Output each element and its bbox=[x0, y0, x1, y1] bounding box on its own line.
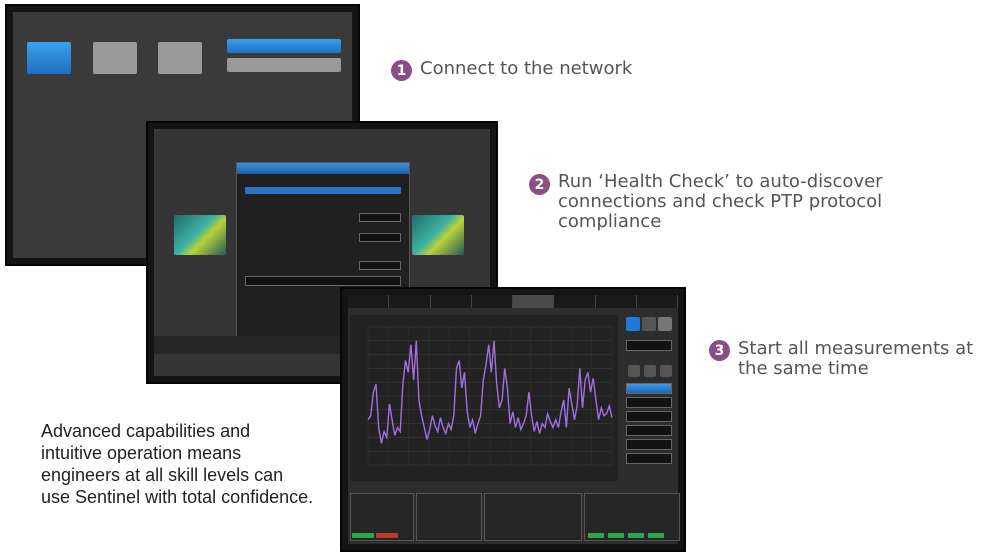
step-1: 1 Connect to the network bbox=[391, 59, 720, 81]
ptp-mode-button-2[interactable] bbox=[227, 58, 341, 72]
row-3-button[interactable] bbox=[359, 261, 401, 270]
step-1-text: Connect to the network bbox=[420, 58, 633, 79]
down-icon[interactable] bbox=[660, 365, 672, 377]
step-2-text: Run ‘Health Check’ to auto-discover conn… bbox=[558, 171, 883, 232]
network-image-left bbox=[174, 215, 226, 255]
card-2[interactable] bbox=[416, 493, 482, 541]
step-2-number: 2 bbox=[529, 174, 550, 195]
up-icon[interactable] bbox=[644, 365, 656, 377]
row-2-button[interactable] bbox=[359, 233, 401, 242]
progress-bar bbox=[245, 187, 401, 194]
status-light-green-3 bbox=[608, 533, 624, 538]
measurement-screen bbox=[348, 295, 680, 545]
side-button-2[interactable] bbox=[626, 397, 672, 408]
tools-icon[interactable] bbox=[658, 317, 672, 331]
plot-svg bbox=[367, 326, 613, 466]
card-3[interactable] bbox=[484, 493, 582, 541]
port-button-2[interactable] bbox=[93, 42, 137, 74]
tab-health-check[interactable] bbox=[513, 295, 555, 308]
tab-7[interactable] bbox=[595, 295, 637, 308]
side-button-5[interactable] bbox=[626, 439, 672, 450]
dialog-wide-button[interactable] bbox=[245, 276, 401, 286]
description-paragraph: Advanced capabilities and intuitive oper… bbox=[41, 421, 314, 507]
step-3-text: Start all measurements at the same time bbox=[738, 338, 974, 379]
status-light-green bbox=[352, 533, 374, 538]
side-button-6[interactable] bbox=[626, 453, 672, 464]
tab-6[interactable] bbox=[554, 295, 596, 308]
port-button-1[interactable] bbox=[27, 42, 71, 74]
tab-4[interactable] bbox=[471, 295, 513, 308]
settings-icon[interactable] bbox=[642, 317, 656, 331]
tab-3[interactable] bbox=[430, 295, 472, 308]
status-light-green-4 bbox=[628, 533, 644, 538]
port-button-3[interactable] bbox=[158, 42, 202, 74]
step-3-number: 3 bbox=[709, 340, 730, 361]
side-button-3[interactable] bbox=[626, 411, 672, 422]
side-button-selected[interactable] bbox=[626, 383, 672, 394]
tab-bar bbox=[348, 295, 678, 308]
list-icon[interactable] bbox=[628, 365, 640, 377]
tab-2[interactable] bbox=[389, 295, 431, 308]
row-1-button[interactable] bbox=[359, 213, 401, 222]
status-light-green-2 bbox=[588, 533, 604, 538]
measurement-cards bbox=[348, 493, 680, 545]
side-button-4[interactable] bbox=[626, 425, 672, 436]
step-1-number: 1 bbox=[391, 60, 412, 81]
ptp-mode-button[interactable] bbox=[227, 39, 341, 53]
tab-1[interactable] bbox=[348, 295, 390, 308]
status-light-red bbox=[376, 533, 398, 538]
dialog-header bbox=[237, 163, 409, 174]
screenshot-measurements bbox=[340, 287, 686, 552]
measurement-plot bbox=[350, 315, 618, 481]
tab-8[interactable] bbox=[636, 295, 678, 308]
network-image-right bbox=[412, 215, 464, 255]
step-3: 3 Start all measurements at the same tim… bbox=[709, 339, 988, 379]
chart-icon[interactable] bbox=[626, 317, 640, 331]
status-light-green-5 bbox=[648, 533, 664, 538]
step-2: 2 Run ‘Health Check’ to auto-discover co… bbox=[529, 172, 978, 232]
side-button-top[interactable] bbox=[626, 340, 672, 351]
